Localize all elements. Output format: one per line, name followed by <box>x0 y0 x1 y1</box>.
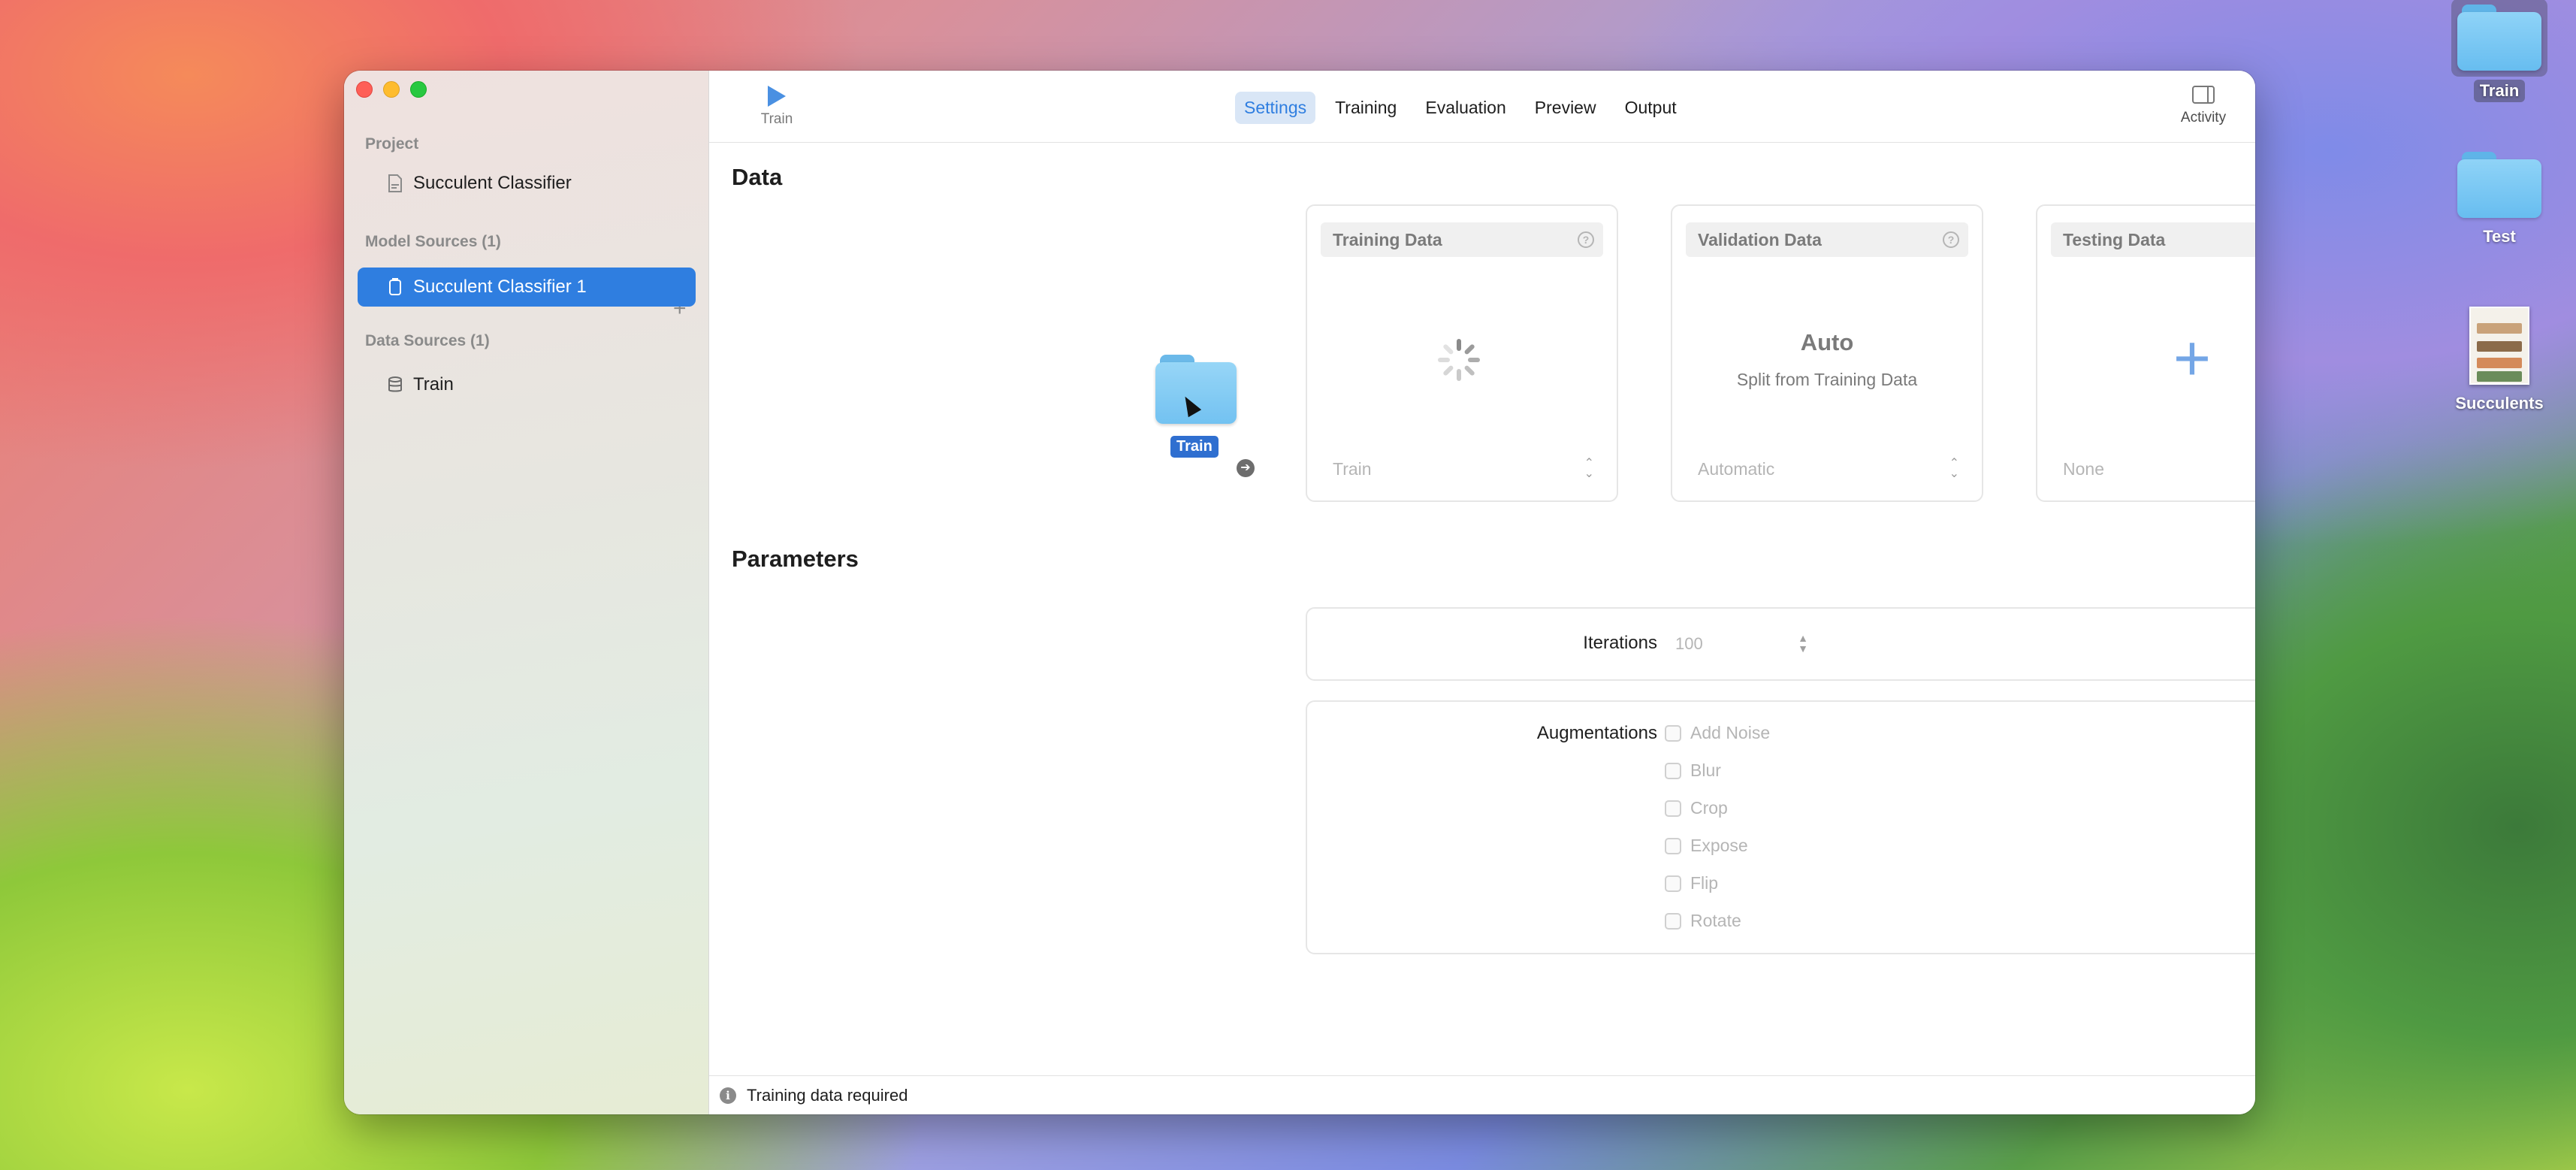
testing-data-header: Testing Data ? <box>2051 222 2255 257</box>
activity-button[interactable]: Activity <box>2170 86 2237 126</box>
activity-button-label: Activity <box>2180 110 2227 125</box>
loading-spinner-icon <box>1436 337 1481 382</box>
training-data-card[interactable]: Training Data ? Train ⌃ ⌄ <box>1306 204 1618 502</box>
desktop-folder-test[interactable]: Test <box>2439 152 2559 248</box>
sidebar-item-model-source[interactable]: Succulent Classifier 1 <box>358 268 696 307</box>
sidebar-item-label: Succulent Classifier <box>413 173 572 193</box>
status-bar: i Training data required <box>709 1075 2255 1114</box>
tab-training[interactable]: Training <box>1326 92 1406 124</box>
app-window: Project Succulent Classifier Model Sourc… <box>344 71 2255 1114</box>
checkbox[interactable] <box>1665 762 1681 779</box>
iterations-row: Iterations 100 ▲ ▼ <box>1306 607 2255 681</box>
validation-subtext: Split from Training Data <box>1736 370 1918 389</box>
augmentations-label: Augmentations <box>1536 723 1657 743</box>
tab-bar: Settings Training Evaluation Preview Out… <box>1235 92 1686 124</box>
sidebar-item-label: Train <box>413 374 454 395</box>
main-content: Train Settings Training Evaluation Previ… <box>709 71 2255 1114</box>
chevron-updown-icon: ⌃ ⌄ <box>1949 457 1959 480</box>
iterations-stepper[interactable]: ▲ ▼ <box>1797 633 1809 654</box>
augmentation-expose[interactable]: Expose <box>1665 836 1748 856</box>
iterations-label: Iterations <box>1583 633 1657 653</box>
iterations-input[interactable]: 100 <box>1675 634 1795 654</box>
toolbar: Train Settings Training Evaluation Previ… <box>709 71 2255 143</box>
tab-evaluation[interactable]: Evaluation <box>1416 92 1514 124</box>
sidebar-section-model-sources: Model Sources (1) <box>365 233 501 250</box>
validation-data-select[interactable]: Automatic ⌃ ⌄ <box>1686 454 1968 484</box>
sidebar-section-project: Project <box>365 135 419 153</box>
desktop-icon-label: Succulents <box>2455 394 2544 413</box>
testing-data-card[interactable]: Testing Data ? + None ⌃⌄ <box>2036 204 2255 502</box>
validation-data-card[interactable]: Validation Data ? Auto Split from Traini… <box>1671 204 1983 502</box>
validation-data-header: Validation Data ? <box>1686 222 1968 257</box>
checkbox[interactable] <box>1665 837 1681 854</box>
card-title: Testing Data <box>2063 229 2166 249</box>
checkbox-label: Rotate <box>1690 911 1741 930</box>
checkbox-label: Flip <box>1690 873 1719 893</box>
checkbox[interactable] <box>1665 724 1681 742</box>
help-icon[interactable]: ? <box>1578 231 1594 248</box>
augmentations-box: Augmentations Add Noise Blur Crop Expose… <box>1306 700 2255 954</box>
train-button[interactable]: Train <box>747 83 807 128</box>
data-section-title: Data <box>732 164 783 190</box>
minimize-window-button[interactable] <box>383 81 400 98</box>
sidebar: Project Succulent Classifier Model Sourc… <box>344 71 709 1114</box>
reveal-arrow-icon[interactable]: ➔ <box>1237 459 1255 477</box>
testing-data-select[interactable]: None ⌃⌄ <box>2051 454 2255 484</box>
validation-auto-text: Auto <box>1800 329 1854 355</box>
sidebar-section-data-sources: Data Sources (1) <box>365 332 490 349</box>
sidebar-item-data-source[interactable]: Train <box>358 365 696 404</box>
document-icon <box>388 174 402 192</box>
desktop-icon-label: Train <box>2473 80 2526 102</box>
close-window-button[interactable] <box>356 81 373 98</box>
checkbox[interactable] <box>1665 875 1681 892</box>
window-controls <box>356 81 427 98</box>
augmentation-flip[interactable]: Flip <box>1665 873 1718 893</box>
chevron-updown-icon: ⌃ ⌄ <box>1584 457 1594 480</box>
model-icon <box>389 278 401 295</box>
train-button-label: Train <box>760 111 793 127</box>
checkbox[interactable] <box>1665 800 1681 817</box>
database-icon <box>388 376 402 392</box>
select-value: Automatic <box>1698 458 1775 479</box>
tab-settings[interactable]: Settings <box>1235 92 1316 124</box>
dragged-folder-icon <box>1155 355 1240 427</box>
desktop-icon-label: Test <box>2483 227 2516 246</box>
tab-output[interactable]: Output <box>1616 92 1686 124</box>
status-message: Training data required <box>747 1085 908 1105</box>
info-icon: i <box>720 1087 736 1104</box>
augmentation-crop[interactable]: Crop <box>1665 798 1728 818</box>
sidebar-item-label: Succulent Classifier 1 <box>413 277 587 297</box>
card-title: Validation Data <box>1698 229 1822 249</box>
augmentation-add-noise[interactable]: Add Noise <box>1665 723 1770 743</box>
add-testing-data-icon[interactable]: + <box>2037 326 2255 391</box>
parameters-section-title: Parameters <box>732 546 859 572</box>
help-icon[interactable]: ? <box>1943 231 1959 248</box>
dragged-folder-label: Train <box>1170 436 1219 458</box>
checkbox[interactable] <box>1665 912 1681 930</box>
zoom-window-button[interactable] <box>410 81 427 98</box>
desktop-folder-train[interactable]: Train <box>2439 0 2559 102</box>
folder-icon <box>2451 0 2547 77</box>
desktop-file-succulents[interactable]: Succulents <box>2439 307 2559 415</box>
checkbox-label: Blur <box>1690 760 1721 780</box>
augmentation-blur[interactable]: Blur <box>1665 760 1721 781</box>
training-data-select[interactable]: Train ⌃ ⌄ <box>1321 454 1603 484</box>
select-value: None <box>2063 458 2104 479</box>
folder-icon <box>2457 152 2541 218</box>
image-thumbnail-icon <box>2469 307 2529 385</box>
select-value: Train <box>1333 458 1372 479</box>
sidebar-item-project[interactable]: Succulent Classifier <box>358 164 696 203</box>
sidebar-toggle-icon <box>2192 86 2215 104</box>
card-title: Training Data <box>1333 229 1442 249</box>
training-data-header: Training Data ? <box>1321 222 1603 257</box>
checkbox-label: Expose <box>1690 836 1748 855</box>
play-icon <box>768 86 786 107</box>
checkbox-label: Add Noise <box>1690 723 1771 742</box>
augmentation-rotate[interactable]: Rotate <box>1665 911 1741 931</box>
checkbox-label: Crop <box>1690 798 1728 818</box>
tab-preview[interactable]: Preview <box>1526 92 1605 124</box>
